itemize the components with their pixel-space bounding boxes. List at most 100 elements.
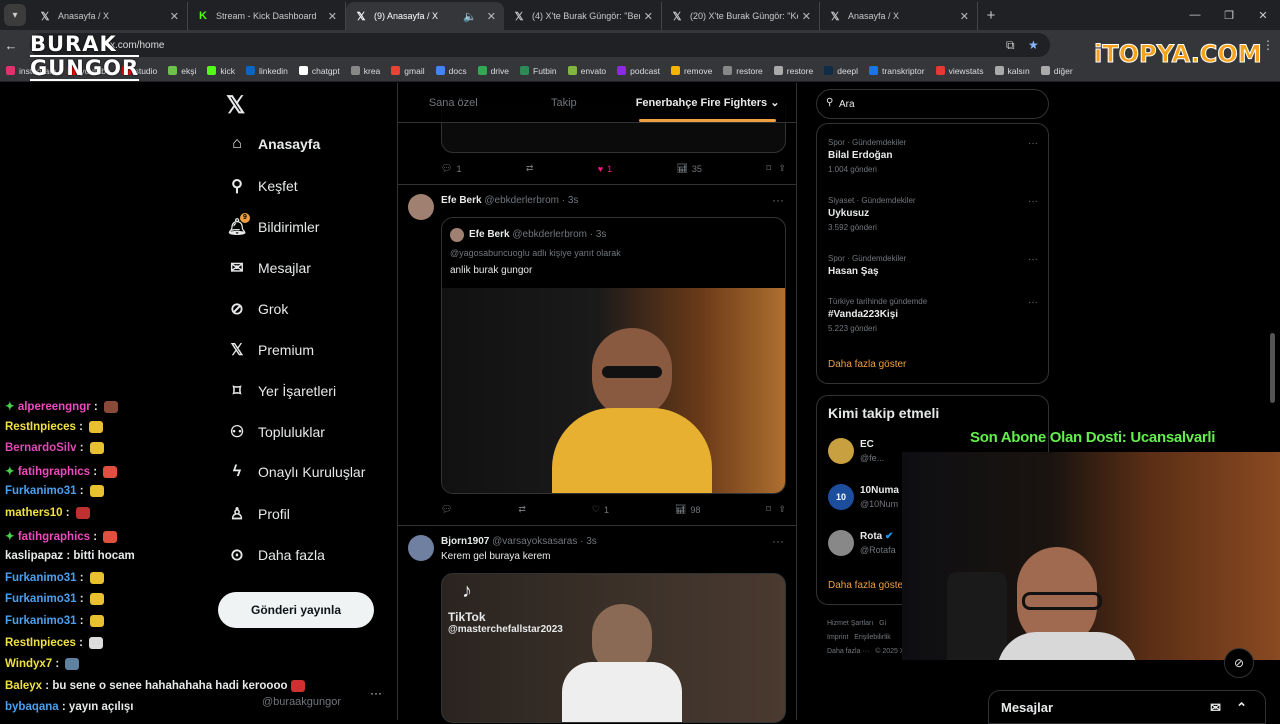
more-icon[interactable]: ··· (1028, 196, 1038, 207)
avatar[interactable] (408, 535, 434, 561)
bookmark-item[interactable]: kalsın (994, 66, 1030, 76)
nav-verified-orgs[interactable]: ϟ Onaylı Kuruluşlar (226, 463, 366, 481)
nav-premium[interactable]: 𝕏 Premium (226, 340, 314, 360)
close-icon[interactable]: ✕ (170, 10, 179, 23)
bookmark-icon[interactable]: ⌑ ⇪ (766, 163, 786, 174)
new-message-icon[interactable]: ✉ (1210, 700, 1221, 716)
chat-username[interactable]: Furkanimo31 (5, 615, 77, 627)
nav-notifications[interactable]: 🔔︎ 9 Bildirimler (226, 213, 319, 237)
expand-icon[interactable]: ⌃ (1236, 700, 1247, 716)
views-icon[interactable]: 📊︎ 98 (675, 504, 700, 515)
retweet-icon[interactable]: ⇄ (526, 163, 534, 174)
nav-communities[interactable]: ⚇ Topluluklar (226, 422, 325, 442)
account-menu-icon[interactable]: ··· (370, 686, 382, 700)
address-bar[interactable]: x.com/home (30, 33, 1050, 57)
back-icon[interactable]: ← (0, 38, 22, 53)
search-input[interactable]: ⚲ Ara (816, 89, 1049, 119)
nav-explore[interactable]: ⚲ Keşfet (226, 176, 298, 196)
bookmark-item[interactable]: diğer (1040, 66, 1073, 76)
close-icon[interactable]: ✕ (802, 10, 811, 23)
post-button[interactable]: Gönderi yayınla (218, 592, 374, 628)
nav-bookmarks[interactable]: ⌑ Yer İşaretleri (226, 381, 336, 401)
chat-username[interactable]: BernardoSilv (5, 442, 77, 454)
close-window-icon[interactable]: ✕ (1246, 9, 1280, 22)
chat-username[interactable]: fatihgraphics (18, 466, 90, 478)
bookmark-item[interactable]: linkedin (246, 66, 288, 76)
chat-username[interactable]: fatihgraphics (18, 531, 90, 543)
more-icon[interactable]: ··· (1028, 297, 1038, 308)
bookmark-item[interactable]: docs (435, 66, 467, 76)
chat-username[interactable]: RestInpieces (5, 637, 76, 649)
retweet-icon[interactable]: ⇄ (518, 504, 526, 515)
trend-item[interactable]: Spor · Gündemdekiler Hasan Şaş ··· (828, 254, 1038, 277)
bookmark-item[interactable]: transkriptor (869, 66, 925, 76)
follow-suggestion[interactable]: 10 10Numa @10Num (828, 484, 899, 510)
like-icon[interactable]: ♡ 1 (592, 504, 609, 515)
trend-item[interactable]: Spor · Gündemdekiler Bilal Erdoğan 1.004 g… (828, 138, 1038, 174)
views-icon[interactable]: 📊︎ 35 (676, 163, 701, 174)
chat-username[interactable]: Furkanimo31 (5, 572, 77, 584)
nav-grok[interactable]: ⊘ Grok (226, 299, 288, 319)
chat-username[interactable]: Baleyx (5, 680, 42, 692)
bookmark-icon[interactable]: ⌑ ⇪ (766, 504, 786, 515)
close-icon[interactable]: ✕ (644, 10, 653, 23)
maximize-icon[interactable]: ❐ (1212, 9, 1246, 22)
chat-username[interactable]: alpereengngr (18, 401, 91, 413)
chat-username[interactable]: bybaqana (5, 701, 59, 713)
x-logo-icon[interactable]: 𝕏 (226, 91, 245, 120)
follow-suggestion[interactable]: Rota ✔ @Rotafa (828, 530, 896, 556)
bookmark-item[interactable]: envato (567, 66, 606, 76)
menu-icon[interactable]: ⋮ (1262, 38, 1274, 52)
browser-tab-active[interactable]: 𝕏 (9) Anasayfa / X 🔈 ✕ (346, 2, 504, 30)
grok-fab-icon[interactable]: ⊘ (1224, 648, 1254, 678)
more-icon[interactable]: ··· (772, 193, 784, 207)
browser-tab[interactable]: 𝕏(20) X'te Burak Güngör: "Kerem✕ (662, 2, 820, 30)
close-icon[interactable]: ✕ (328, 10, 337, 23)
chat-username[interactable]: kaslipapaz (5, 550, 63, 562)
bookmark-item[interactable]: restore (773, 66, 813, 76)
chat-username[interactable]: mathers10 (5, 507, 63, 519)
cast-icon[interactable]: ⧉ (1006, 38, 1015, 53)
star-icon[interactable]: ★ (1028, 38, 1039, 52)
reply-icon[interactable]: 💬︎ 1 (441, 163, 461, 174)
browser-tab[interactable]: K Stream - Kick Dashboard ✕ (188, 2, 346, 30)
bookmark-item[interactable]: ekşi (168, 66, 196, 76)
trend-item[interactable]: Türkiye tarihinde gündemde #Vanda223Kişi 5… (828, 297, 1038, 333)
chat-username[interactable]: RestInpieces (5, 421, 76, 433)
more-icon[interactable]: ··· (772, 534, 784, 548)
minimize-icon[interactable]: — (1178, 9, 1212, 21)
bookmark-item[interactable]: Futbin (520, 66, 557, 76)
tab-list[interactable]: Fenerbahçe Fire Fighters ⌄ (619, 83, 796, 122)
like-icon[interactable]: ♥ 1 (598, 163, 612, 174)
show-more-link[interactable]: Daha fazla göster (828, 359, 906, 370)
nav-more[interactable]: ⊙ Daha fazla (226, 545, 325, 565)
nav-home[interactable]: ⌂ Anasayfa (226, 135, 320, 153)
chat-username[interactable]: Windyx7 (5, 658, 52, 670)
avatar[interactable] (408, 194, 434, 220)
chat-username[interactable]: Furkanimo31 (5, 485, 77, 497)
bookmark-item[interactable]: podcast (617, 66, 660, 76)
bookmark-item[interactable]: restore (723, 66, 763, 76)
messages-drawer[interactable]: Mesajlar ✉ ⌃ (988, 690, 1266, 724)
browser-tab[interactable]: 𝕏(4) X'te Burak Güngör: "Berke Ö✕ (504, 2, 662, 30)
tab-for-you[interactable]: Sana özel (398, 83, 509, 122)
tweet-video[interactable]: ♪ TikTok @masterchefallstar2023 (441, 573, 786, 723)
page-scrollbar[interactable] (1270, 333, 1275, 403)
bookmark-item[interactable]: viewstats (935, 66, 984, 76)
bookmark-item[interactable]: deepl (824, 66, 858, 76)
reply-icon[interactable]: 💬︎ (441, 504, 452, 515)
bookmark-item[interactable]: kick (207, 66, 235, 76)
more-icon[interactable]: ··· (1028, 254, 1038, 265)
close-icon[interactable]: ✕ (487, 10, 496, 23)
quoted-tweet[interactable]: Efe Berk @ebkderlerbrom · 3s @yagosabunc… (441, 217, 786, 494)
speaker-icon[interactable]: 🔈 (463, 10, 477, 23)
browser-tab[interactable]: 𝕏 Anasayfa / X ✕ (30, 2, 188, 30)
account-handle[interactable]: @buraakgungor (262, 696, 341, 708)
bookmark-item[interactable]: drive (477, 66, 509, 76)
tab-search-icon[interactable]: ▾ (4, 4, 26, 26)
more-icon[interactable]: ··· (1028, 138, 1038, 149)
chat-username[interactable]: Furkanimo31 (5, 593, 77, 605)
bookmark-item[interactable]: remove (670, 66, 712, 76)
tweet-video[interactable] (442, 288, 785, 493)
bookmark-item[interactable]: chatgpt (298, 66, 340, 76)
